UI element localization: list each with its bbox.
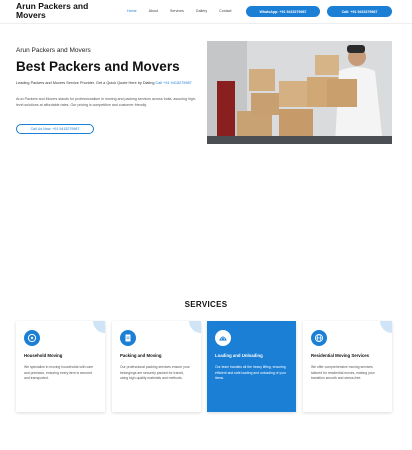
service-card-title: Household Moving <box>24 353 63 358</box>
service-card-residential[interactable]: Residential Moving Services We offer com… <box>303 321 392 412</box>
hero-image <box>207 41 392 144</box>
nav-about[interactable]: About <box>149 9 158 13</box>
card-corner-decoration <box>189 321 201 333</box>
hero-title: Best Packers and Movers <box>16 59 180 74</box>
service-card-title: Loading and Unloading <box>215 353 263 358</box>
service-card-loading[interactable]: Loading and Unloading Our team handles a… <box>207 321 296 412</box>
hero-description: Arun Packers and Movers stands for profe… <box>16 97 196 107</box>
nav-home[interactable]: Home <box>127 9 137 13</box>
nav-contact[interactable]: Contact <box>219 9 231 13</box>
hero-subtitle: Arun Packers and Movers <box>16 47 91 54</box>
main-nav: Home About Services Gallery Contact <box>127 9 244 13</box>
service-card-description: We offer comprehensive moving services t… <box>311 365 375 380</box>
nav-services[interactable]: Services <box>170 9 184 13</box>
service-card-description: Our professional packing services ensure… <box>120 365 190 380</box>
nav-gallery[interactable]: Gallery <box>196 9 207 13</box>
service-card-title: Residential Moving Services <box>311 353 370 358</box>
card-corner-decoration <box>380 321 392 333</box>
truck-icon <box>24 330 40 346</box>
service-card-household[interactable]: Household Moving We specialize in moving… <box>16 321 105 412</box>
service-card-title: Packing and Moving <box>120 353 162 358</box>
call-button[interactable]: Call: +91 9415279987 <box>327 6 392 17</box>
weight-icon <box>215 330 231 346</box>
document-icon <box>120 330 136 346</box>
hero-tagline: Leading Packers and Movers Service Provi… <box>16 80 200 86</box>
globe-icon <box>311 330 327 346</box>
whatsapp-button[interactable]: WhatsApp: +91 9415279987 <box>246 6 320 17</box>
card-corner-decoration <box>93 321 105 333</box>
service-card-description: We specialize in moving households with … <box>24 365 94 380</box>
service-card-description: Our team handles all the heavy lifting, … <box>215 365 287 380</box>
hero-cta-button[interactable]: Call Us Now: +91 9415279987 <box>16 124 94 134</box>
site-logo[interactable]: Arun Packers and Movers <box>16 2 106 20</box>
hero-phone-link[interactable]: Call +91 9415279987 <box>156 81 192 85</box>
service-card-packing[interactable]: Packing and Moving Our professional pack… <box>112 321 201 412</box>
services-heading: SERVICES <box>184 300 228 309</box>
mover-with-boxes-illustration <box>207 41 392 144</box>
hero-tagline-text: Leading Packers and Movers Service Provi… <box>16 81 155 85</box>
site-header: Arun Packers and Movers Home About Servi… <box>0 0 412 24</box>
